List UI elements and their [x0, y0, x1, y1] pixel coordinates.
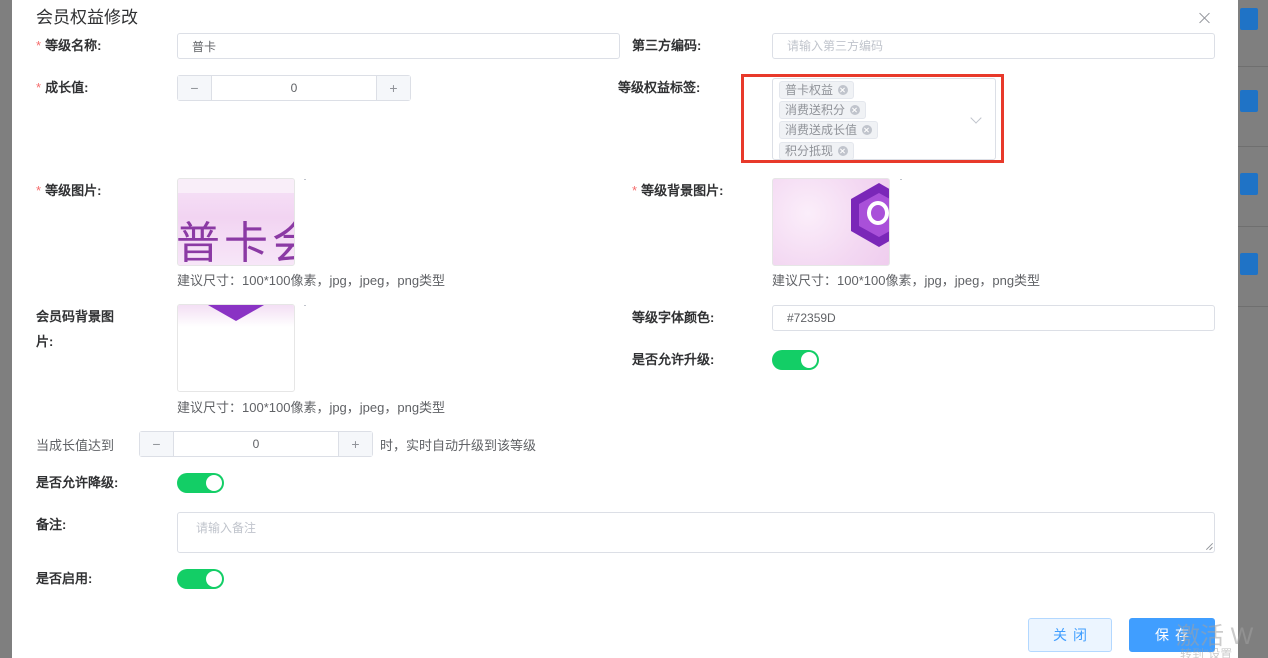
- member-benefit-dialog: 会员权益修改 *等级名称: 第三方编码: *成长值: − 0 + 等级权益标签:…: [12, 0, 1238, 658]
- level-name-label: * 等级名称:: [36, 38, 102, 53]
- background-divider: [1238, 146, 1268, 147]
- growth-decrement-button[interactable]: −: [178, 76, 212, 100]
- font-color-label: 等级字体颜色:: [632, 310, 715, 325]
- auto-upgrade-decrement-button[interactable]: −: [140, 432, 174, 456]
- code-bg-image-label: 会员码背景图 片:: [36, 309, 115, 349]
- background-button: [1240, 90, 1258, 112]
- save-button[interactable]: 保存: [1129, 618, 1215, 652]
- level-image-upload[interactable]: 普卡会: [177, 178, 295, 266]
- badge-glyph-icon: [867, 201, 889, 225]
- tag-close-icon[interactable]: [838, 85, 849, 95]
- resize-grip-icon[interactable]: [1205, 542, 1213, 550]
- level-image-text: 普卡会: [177, 218, 294, 266]
- growth-label: * 成长值:: [36, 80, 89, 95]
- background-divider: [1238, 66, 1268, 67]
- growth-stepper: − 0 +: [177, 75, 411, 101]
- tag-close-icon[interactable]: [862, 125, 873, 135]
- growth-increment-button[interactable]: +: [376, 76, 410, 100]
- remark-label: 备注:: [36, 517, 67, 532]
- allow-downgrade-label: 是否允许降级:: [36, 475, 119, 490]
- allow-upgrade-label: 是否允许升级:: [632, 352, 715, 367]
- auto-upgrade-prefix: 当成长值达到: [36, 438, 115, 453]
- level-bg-image-label: * 等级背景图片:: [632, 183, 724, 198]
- allow-upgrade-switch[interactable]: [772, 350, 819, 370]
- close-button[interactable]: 关闭: [1028, 618, 1112, 652]
- required-mark: *: [36, 38, 42, 53]
- required-mark: *: [632, 183, 638, 198]
- required-mark: *: [36, 80, 42, 95]
- dialog-title: 会员权益修改: [36, 8, 138, 27]
- remark-textarea[interactable]: [177, 512, 1215, 553]
- code-bg-image-upload[interactable]: [177, 304, 295, 392]
- background-button: [1240, 173, 1258, 195]
- code-bg-image-hint: 建议尺寸：100*100像素，jpg，jpeg，png类型: [177, 400, 446, 415]
- background-button: [1240, 8, 1258, 30]
- tag-close-icon[interactable]: [850, 105, 861, 115]
- background-divider: [1238, 306, 1268, 307]
- auto-upgrade-increment-button[interactable]: +: [338, 432, 372, 456]
- growth-value[interactable]: 0: [212, 76, 376, 100]
- upload-corner-mark: [304, 179, 306, 180]
- benefit-tags-label: 等级权益标签:: [618, 80, 701, 95]
- allow-downgrade-switch[interactable]: [177, 473, 224, 493]
- enabled-switch[interactable]: [177, 569, 224, 589]
- font-color-input[interactable]: [772, 305, 1215, 331]
- image-band: [178, 179, 294, 193]
- tag-close-icon[interactable]: [838, 146, 849, 156]
- auto-upgrade-stepper: − 0 +: [139, 431, 373, 457]
- benefit-tag: 普卡权益: [779, 81, 855, 99]
- level-bg-image-upload[interactable]: [772, 178, 890, 266]
- required-mark: *: [36, 183, 42, 198]
- auto-upgrade-value[interactable]: 0: [174, 432, 338, 456]
- upload-corner-mark: [900, 179, 902, 180]
- level-bg-image-hint: 建议尺寸：100*100像素，jpg，jpeg，png类型: [772, 273, 1041, 288]
- close-icon[interactable]: [1198, 11, 1212, 25]
- switch-knob: [206, 571, 222, 587]
- benefit-tag: 积分抵现: [779, 142, 855, 160]
- enabled-label: 是否启用:: [36, 571, 93, 586]
- level-image-label: * 等级图片:: [36, 183, 102, 198]
- benefit-tag: 消费送积分: [779, 101, 867, 119]
- background-button: [1240, 253, 1258, 275]
- upload-corner-mark: [304, 305, 306, 306]
- switch-knob: [801, 352, 817, 368]
- switch-knob: [206, 475, 222, 491]
- third-code-input[interactable]: [772, 33, 1215, 59]
- third-code-label: 第三方编码:: [632, 38, 702, 53]
- level-image-hint: 建议尺寸：100*100像素，jpg，jpeg，png类型: [177, 273, 446, 288]
- level-name-input[interactable]: [177, 33, 620, 59]
- auto-upgrade-suffix: 时，实时自动升级到该等级: [380, 438, 537, 453]
- benefit-tags-select[interactable]: 普卡权益 消费送积分 消费送成长值 积分抵现: [772, 78, 996, 160]
- background-divider: [1238, 226, 1268, 227]
- benefit-tag: 消费送成长值: [779, 121, 879, 139]
